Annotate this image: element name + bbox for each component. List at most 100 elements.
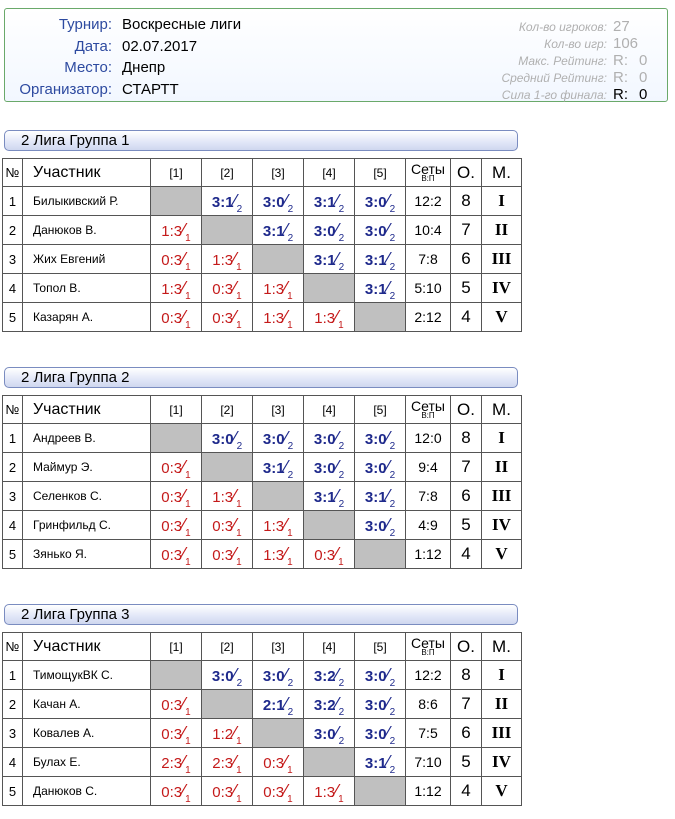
match-result-cell: 0:3⁄1	[150, 302, 202, 332]
sets-total: 5:10	[405, 273, 451, 303]
match-result-cell: 3:1⁄2	[354, 747, 406, 777]
match-result-cell: 0:3⁄1	[201, 776, 253, 806]
row-number: 4	[2, 747, 23, 777]
set-score: 1:3	[212, 251, 234, 269]
match-points: 1	[236, 556, 242, 568]
participant-name: Топол В.	[22, 273, 151, 303]
participant-name: Ковалев А.	[22, 718, 151, 748]
table-row: 2 Данюков В. 1:3⁄1 3:1⁄2 3:0⁄2 3:0⁄2 10:4 7 II	[2, 215, 522, 245]
set-score: 3:0	[364, 696, 387, 714]
match-result-cell: 0:3⁄1	[150, 776, 202, 806]
set-score: 1:3	[212, 488, 234, 506]
self-cell	[252, 244, 304, 274]
row-number: 2	[2, 215, 23, 245]
match-points: 2	[338, 677, 345, 689]
self-cell	[354, 302, 406, 332]
match-result-cell: 3:0⁄2	[354, 186, 406, 216]
match-points: 1	[287, 556, 293, 568]
match-score-win: 3:0⁄2	[263, 428, 294, 452]
match-points: 2	[236, 440, 243, 452]
set-score: 3:1	[211, 193, 234, 211]
group-title: 2 Лига Группа 1	[4, 130, 518, 151]
points-total: 4	[450, 302, 482, 332]
games-count-row: Кол-во игр: 106	[501, 35, 651, 52]
match-points: 2	[389, 232, 396, 244]
row-number: 5	[2, 302, 23, 332]
sets-total: 2:12	[405, 302, 451, 332]
match-points: 1	[236, 764, 242, 776]
set-score: 3:1	[364, 251, 387, 269]
match-result-cell: 0:3⁄1	[150, 539, 202, 569]
final-strength-number: 0	[639, 86, 648, 103]
set-score: 3:1	[364, 488, 387, 506]
points-total: 8	[450, 660, 482, 690]
points-total: 6	[450, 481, 482, 511]
avg-rating-label: Средний Рейтинг:	[501, 70, 607, 85]
match-score-loss: 0:3⁄1	[161, 544, 190, 568]
participant-name: Андреев В.	[22, 423, 151, 453]
match-points: 2	[287, 440, 294, 452]
match-points: 1	[185, 261, 191, 273]
match-score-loss: 1:3⁄1	[314, 307, 344, 331]
participant-name: Билыкивский Р.	[22, 186, 151, 216]
match-points: 1	[338, 319, 344, 331]
table-row: 3 Жих Евгений 0:3⁄1 1:3⁄1 3:1⁄2 3:1⁄2 7:8 6 III	[2, 244, 522, 274]
final-place: V	[481, 539, 522, 569]
header-points: О.	[450, 395, 482, 424]
final-place: IV	[481, 510, 522, 540]
set-score: 3:0	[313, 725, 336, 743]
match-score-loss: 0:3⁄1	[212, 544, 242, 568]
games-count-label: Кол-во игр:	[544, 36, 607, 51]
group-title: 2 Лига Группа 3	[4, 604, 518, 625]
match-points: 1	[185, 319, 191, 331]
header-opponent-5: [5]	[354, 158, 406, 187]
set-score: 3:0	[364, 430, 387, 448]
players-count-row: Кол-во игроков: 27	[501, 18, 651, 35]
participant-name: Казарян А.	[22, 302, 151, 332]
match-score-win: 3:0⁄2	[263, 191, 293, 215]
self-cell	[354, 776, 406, 806]
set-score: 1:3	[263, 517, 285, 535]
points-total: 7	[450, 689, 482, 719]
final-place: I	[481, 660, 522, 690]
match-points: 1	[185, 527, 191, 539]
group-results-table: № Участник [1] [2] [3] [4] [5] Сеты В:П О. М. 1 Билы…	[2, 158, 522, 332]
sets-total: 8:6	[405, 689, 451, 719]
self-cell	[252, 481, 304, 511]
match-score-loss: 0:3⁄1	[161, 486, 190, 510]
group-title: 2 Лига Группа 2	[4, 367, 518, 388]
match-score-loss: 0:3⁄1	[161, 781, 190, 805]
set-score: 0:3	[212, 546, 234, 564]
match-result-cell: 1:3⁄1	[252, 539, 304, 569]
match-result-cell: 3:0⁄2	[303, 423, 355, 453]
group-results-table: № Участник [1] [2] [3] [4] [5] Сеты В:П О. М. 1 Андр…	[2, 395, 522, 569]
match-points: 2	[338, 498, 345, 510]
place-label: Место:	[64, 59, 112, 77]
match-score-win: 3:1⁄2	[263, 220, 293, 244]
set-score: 3:0	[364, 725, 387, 743]
row-number: 3	[2, 481, 23, 511]
match-score-loss: 1:3⁄1	[263, 544, 293, 568]
final-place: III	[481, 718, 522, 748]
final-place: II	[481, 215, 522, 245]
match-score-win: 3:0⁄2	[212, 428, 243, 452]
match-points: 1	[287, 793, 293, 805]
self-cell	[201, 452, 253, 482]
match-points: 2	[236, 677, 243, 689]
participant-name: Маймур Э.	[22, 452, 151, 482]
final-strength-row: Сила 1-го финала: R: 0	[501, 86, 651, 103]
match-result-cell: 0:3⁄1	[150, 510, 202, 540]
match-score-loss: 1:3⁄1	[263, 515, 292, 539]
match-result-cell: 1:3⁄1	[150, 273, 202, 303]
row-number: 1	[2, 660, 23, 690]
table-row: 5 Данюков С. 0:3⁄1 0:3⁄1 0:3⁄1 1:3⁄1 1:12 4 V	[2, 776, 522, 806]
match-result-cell: 0:3⁄1	[303, 539, 355, 569]
set-score: 0:3	[161, 546, 183, 564]
avg-rating-r: R:	[613, 69, 628, 86]
match-score-win: 3:1⁄2	[263, 457, 293, 481]
avg-rating-value: R: 0	[613, 69, 651, 86]
match-points: 1	[236, 498, 242, 510]
match-result-cell: 0:3⁄1	[150, 452, 202, 482]
organizer-value: СТАРТТ	[122, 80, 179, 98]
set-score: 1:3	[263, 280, 285, 298]
